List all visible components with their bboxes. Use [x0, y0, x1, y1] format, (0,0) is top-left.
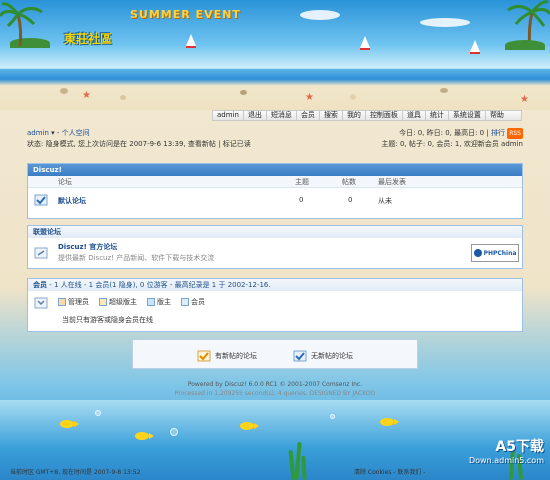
chevron-down-icon[interactable]: ▾: [51, 129, 55, 137]
cloud: [420, 18, 470, 27]
forum-legend: 有新帖的论坛 无新帖的论坛: [132, 339, 418, 369]
summary-line: 主题: 0, 帖子: 0, 会员: 1, 欢迎新会员 admin: [381, 140, 523, 148]
time-line: 当前时区 GMT+8, 现在时间是 2007-9-8 13:52: [10, 469, 141, 476]
site-logo[interactable]: 東莊社區: [64, 30, 112, 47]
nav-members[interactable]: 会员: [297, 111, 320, 120]
top-nav: admin 退出 短消息 会员 搜索 我的 控制面板 道具 统计 系统设置 帮助: [212, 110, 522, 121]
pebble: [350, 94, 356, 100]
union-panel: 联盟论坛 Discuz! 官方论坛 提供最新 Discuz! 产品新闻、软件下载…: [27, 225, 523, 269]
fish-icon: [135, 432, 154, 440]
col-forum: 论坛: [58, 178, 72, 186]
sailboat-icon: [470, 40, 480, 54]
footer-credits: Powered by Discuz! 6.0.0 RC1 © 2001-2007…: [0, 380, 550, 398]
user-bar: admin ▾ - 个人空间 状态: 隐身模式, 您上次访问是在 2007-9-…: [27, 128, 523, 152]
nav-user[interactable]: admin: [213, 111, 244, 120]
stats-line: 今日: 0, 昨日: 0, 最高日: 0 |: [399, 129, 489, 137]
island: [505, 40, 545, 50]
role-member: 会员: [181, 297, 205, 307]
nav-help[interactable]: 帮助: [486, 111, 508, 120]
role-admin: 管理员: [58, 297, 89, 307]
palm-tree-icon: [0, 2, 43, 47]
starfish-icon: ★: [82, 90, 91, 101]
globe-icon: [473, 249, 482, 257]
legend-new: 有新帖的论坛: [197, 350, 257, 362]
status-line: 状态: 隐身模式, 您上次访问是在 2007-9-6 13:39, 查看新帖 |…: [27, 140, 251, 148]
processed-info: Processed in 1.209255 second(s), 4 queri…: [174, 390, 376, 397]
fish-icon: [60, 420, 79, 428]
fish-icon: [240, 422, 259, 430]
header-banner: SUMMER EVENT 東莊社區 ★ ★ ★: [0, 0, 550, 110]
link-icon: [34, 247, 48, 259]
forum-name-link[interactable]: 默认论坛: [58, 196, 86, 206]
table-row[interactable]: 默认论坛 0 0 从未: [28, 188, 522, 214]
bubble: [95, 410, 101, 416]
col-posts: 帖数: [342, 178, 356, 186]
fish-icon: [380, 418, 399, 426]
online-header: 会员 - 1 人在线 - 1 会员(1 隐身), 0 位游客 - 最高纪录是 1…: [28, 279, 522, 291]
online-panel: 会员 - 1 人在线 - 1 会员(1 隐身), 0 位游客 - 最高纪录是 1…: [27, 278, 523, 332]
starfish-icon: ★: [305, 92, 314, 103]
union-forum-link[interactable]: Discuz! 官方论坛: [58, 242, 117, 252]
super-mod-icon: [99, 298, 107, 306]
pebble: [60, 88, 68, 94]
cloud: [300, 10, 340, 20]
sailboat-icon: [360, 36, 370, 50]
online-note: 当前只有游客或隐身会员在线: [62, 316, 153, 324]
watermark: A5下载 Down.admin5.com: [469, 439, 544, 465]
column-header-row: 论坛 主题 帖数 最后发表: [28, 176, 522, 188]
bubble: [330, 414, 335, 419]
online-summary: - 1 人在线 - 1 会员(1 隐身), 0 位游客 - 最高纪录是 1 于 …: [49, 281, 271, 289]
union-row: Discuz! 官方论坛 提供最新 Discuz! 产品新闻、软件下载与技术交流…: [28, 238, 522, 268]
online-body: 管理员 超级版主 版主 会员 当前只有游客或隐身会员在线: [28, 291, 522, 331]
nav-tools[interactable]: 道具: [403, 111, 426, 120]
forum-last-post: 从未: [378, 197, 392, 205]
no-new-posts-icon: [293, 350, 307, 362]
role-legend: 管理员 超级版主 版主 会员: [58, 297, 215, 307]
nav-logout[interactable]: 退出: [244, 111, 267, 120]
pebble: [440, 88, 448, 93]
banner-title: SUMMER EVENT: [130, 8, 241, 21]
forum-topics: 0: [299, 196, 304, 204]
rss-icon[interactable]: RSS: [507, 128, 523, 139]
col-topics: 主题: [295, 178, 309, 186]
mod-icon: [147, 298, 155, 306]
new-posts-icon: [197, 350, 211, 362]
clear-cookies-link[interactable]: 清除 Cookies - 联系我们 -: [354, 466, 425, 480]
sailboat-icon: [186, 34, 196, 48]
nav-stats[interactable]: 统计: [426, 111, 449, 120]
user-link[interactable]: admin: [27, 129, 49, 137]
forum-status-icon: [34, 194, 48, 206]
pebble: [240, 90, 247, 95]
role-super-mod: 超级版主: [99, 297, 137, 307]
panel-title: Discuz!: [28, 164, 522, 176]
panel-title: 联盟论坛: [28, 226, 522, 238]
nav-control-panel[interactable]: 控制面板: [366, 111, 403, 120]
union-forum-desc: 提供最新 Discuz! 产品新闻、软件下载与技术交流: [58, 254, 215, 262]
col-last-post: 最后发表: [378, 178, 406, 186]
powered-by: Powered by Discuz! 6.0.0 RC1 © 2001-2007…: [187, 381, 363, 388]
forum-posts: 0: [348, 196, 353, 204]
forum-panel: Discuz! 论坛 主题 帖数 最后发表 默认论坛 0 0 从未: [27, 163, 523, 219]
legend-no-new: 无新帖的论坛: [293, 350, 353, 362]
ranking-link[interactable]: 排行: [491, 129, 505, 137]
bottom-bar: 当前时区 GMT+8, 现在时间是 2007-9-8 13:52 清除 Cook…: [0, 466, 550, 480]
nav-search[interactable]: 搜索: [320, 111, 343, 120]
admin-icon: [58, 298, 66, 306]
phpchina-logo[interactable]: PHPChina: [471, 244, 519, 262]
member-icon: [181, 298, 189, 306]
bubble: [170, 428, 178, 436]
role-mod: 版主: [147, 297, 171, 307]
nav-settings[interactable]: 系统设置: [449, 111, 486, 120]
online-toggle-icon[interactable]: [34, 297, 48, 309]
panel-title: 会员: [33, 281, 47, 289]
pebble: [120, 95, 126, 100]
space-link[interactable]: - 个人空间: [57, 129, 90, 137]
nav-my[interactable]: 我的: [343, 111, 366, 120]
nav-messages[interactable]: 短消息: [267, 111, 297, 120]
starfish-icon: ★: [520, 94, 529, 105]
